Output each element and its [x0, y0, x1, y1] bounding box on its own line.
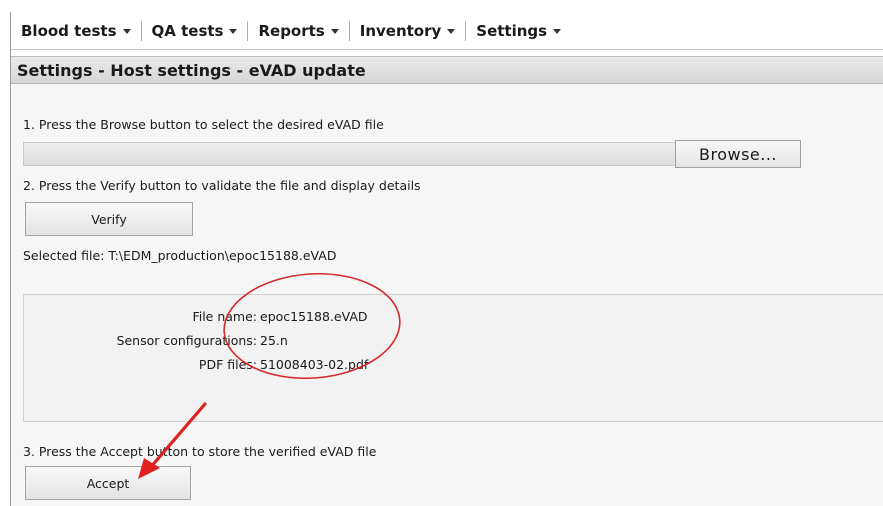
file-details-panel: File name: epoc15188.eVAD Sensor configu… — [23, 294, 883, 422]
detail-row-pdf-files: PDF files: 51008403-02.pdf — [24, 357, 883, 373]
pdf-files-value: 51008403-02.pdf — [260, 357, 369, 372]
page-title: Settings - Host settings - eVAD update — [11, 56, 883, 84]
detail-row-sensor-config: Sensor configurations: 25.n — [24, 333, 883, 349]
menu-label: Reports — [258, 21, 325, 40]
file-name-label: File name: — [192, 309, 257, 324]
menu-label: QA tests — [151, 21, 224, 40]
menu-label: Settings — [476, 21, 548, 40]
step-3-instruction: 3. Press the Accept button to store the … — [23, 444, 377, 459]
sensor-config-label: Sensor configurations: — [116, 333, 257, 348]
file-path-input[interactable] — [23, 142, 683, 166]
file-name-value: epoc15188.eVAD — [260, 309, 368, 324]
caret-down-icon — [447, 29, 456, 34]
menu-qa-tests[interactable]: QA tests — [142, 20, 248, 42]
verify-button[interactable]: Verify — [25, 202, 193, 236]
browse-button[interactable]: Browse... — [675, 140, 801, 168]
caret-down-icon — [330, 29, 339, 34]
main-content: 1. Press the Browse button to select the… — [11, 84, 883, 506]
menu-inventory[interactable]: Inventory — [350, 20, 466, 42]
menu-settings[interactable]: Settings — [466, 20, 571, 42]
step-2-instruction: 2. Press the Verify button to validate t… — [23, 178, 421, 193]
menu-bar: Blood tests QA tests Reports Inventory S… — [11, 12, 883, 50]
accept-button[interactable]: Accept — [25, 466, 191, 500]
menu-reports[interactable]: Reports — [248, 20, 348, 42]
selected-file-text: Selected file: T:\EDM_production\epoc151… — [23, 248, 337, 263]
pdf-files-label: PDF files: — [198, 357, 257, 372]
app-window: Blood tests QA tests Reports Inventory S… — [10, 12, 883, 506]
menu-label: Blood tests — [21, 21, 117, 40]
step-1-instruction: 1. Press the Browse button to select the… — [23, 117, 384, 132]
menu-label: Inventory — [359, 21, 442, 40]
sensor-config-value: 25.n — [260, 333, 288, 348]
caret-down-icon — [229, 29, 238, 34]
detail-row-file-name: File name: epoc15188.eVAD — [24, 309, 883, 325]
menu-blood-tests[interactable]: Blood tests — [21, 20, 141, 42]
caret-down-icon — [122, 29, 131, 34]
caret-down-icon — [553, 29, 562, 34]
